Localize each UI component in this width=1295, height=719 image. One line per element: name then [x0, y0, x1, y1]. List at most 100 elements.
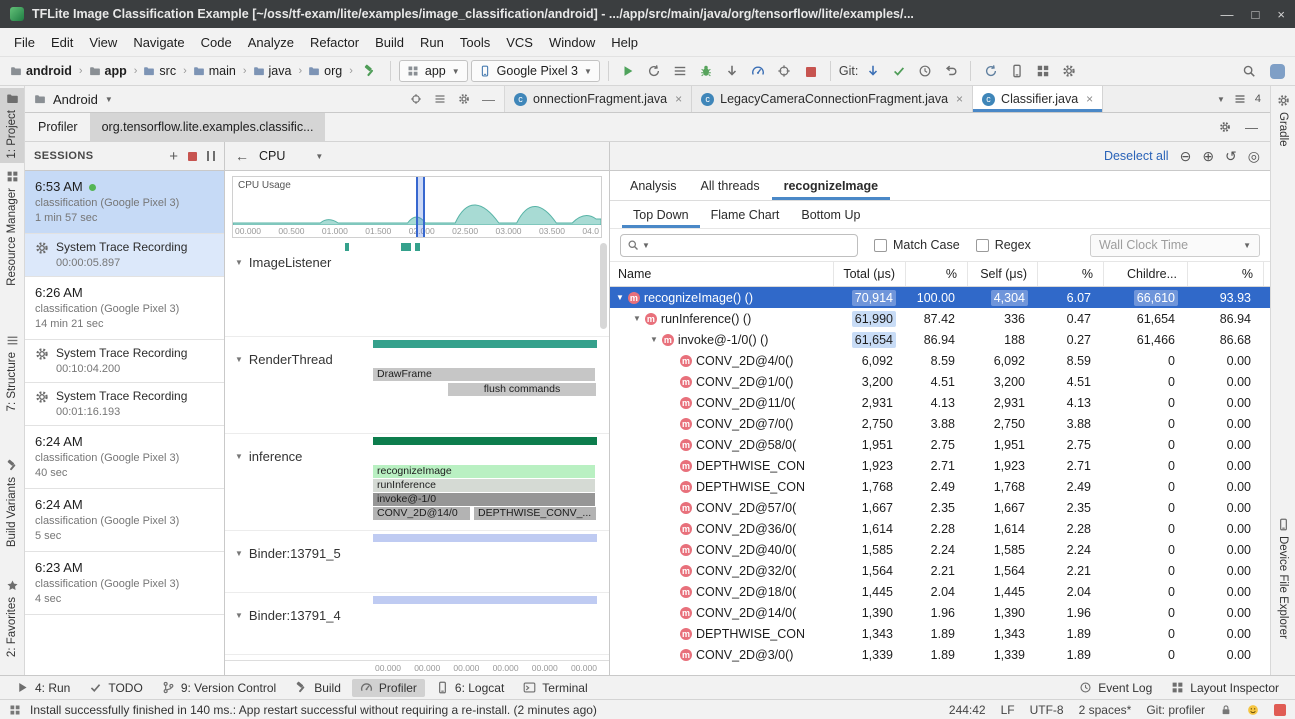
device-dropdown[interactable]: Google Pixel 3 ▼ [471, 60, 600, 82]
settings-gear-icon[interactable] [458, 93, 470, 105]
menu-item[interactable]: Help [603, 31, 646, 54]
search-input[interactable] [653, 238, 851, 252]
toolwindow-logcat[interactable]: 6: Logcat [428, 679, 512, 697]
column-header[interactable]: % [906, 262, 968, 286]
coverage-button[interactable] [773, 60, 796, 82]
deselect-all-link[interactable]: Deselect all [1104, 149, 1169, 163]
session-list-item[interactable]: System Trace Recording 00:00:05.897 [25, 234, 224, 277]
breadcrumb-item[interactable]: main › [193, 64, 250, 78]
analysis-tab[interactable]: Analysis [618, 171, 689, 200]
zoom-in-icon[interactable]: ⊕ [1202, 149, 1214, 163]
lock-icon[interactable] [1220, 704, 1232, 716]
thread-row-renderthread[interactable]: ▼RenderThread DrawFrame flush commands [225, 337, 609, 434]
notification-icon[interactable] [1274, 704, 1286, 716]
git-branch[interactable]: Git: profiler [1146, 703, 1205, 717]
collapse-arrow-icon[interactable]: ▼ [235, 611, 243, 620]
regex-checkbox[interactable]: Regex [976, 238, 1031, 252]
vertical-scrollbar[interactable] [600, 243, 607, 329]
analysis-tab[interactable]: recognizeImage [772, 171, 890, 200]
breadcrumb-item[interactable]: android › [10, 64, 86, 78]
session-list-item[interactable]: 6:24 AM classification (Google Pixel 3) … [25, 426, 224, 489]
table-row[interactable]: ▼ m CONV_2D@18/0( 1,445 2.04 1,445 2.04 … [610, 581, 1270, 602]
device-file-explorer-button[interactable] [1057, 60, 1080, 82]
git-rollback-button[interactable] [939, 60, 962, 82]
table-row[interactable]: ▼ m CONV_2D@4/0() 6,092 8.59 6,092 8.59 … [610, 350, 1270, 371]
table-row[interactable]: ▼ m CONV_2D@7/0() 2,750 3.88 2,750 3.88 … [610, 413, 1270, 434]
table-row[interactable]: ▼ m invoke@-1/0() () 61,654 86.94 188 0.… [610, 329, 1270, 350]
profile-avatar[interactable] [1270, 64, 1285, 79]
analysis-subtab[interactable]: Flame Chart [700, 201, 791, 228]
toolwindow-terminal[interactable]: Terminal [515, 679, 595, 697]
profiler-session-tab[interactable]: org.tensorflow.lite.examples.classific..… [90, 113, 326, 141]
breadcrumb-item[interactable]: app › [89, 64, 141, 78]
table-row[interactable]: ▼ m CONV_2D@58/0( 1,951 2.75 1,951 2.75 … [610, 434, 1270, 455]
editor-tab[interactable]: c onnectionFragment.java × [505, 86, 692, 112]
thread-row-inference[interactable]: ▼inference recognizeImage runInference i… [225, 434, 609, 531]
session-list-item[interactable]: 6:24 AM classification (Google Pixel 3) … [25, 489, 224, 552]
close-tab-icon[interactable]: × [675, 92, 682, 106]
sync-gradle-button[interactable] [979, 60, 1002, 82]
breadcrumb-item[interactable]: src › [143, 64, 189, 78]
menu-item[interactable]: View [81, 31, 125, 54]
profiler-title[interactable]: Profiler [38, 120, 78, 134]
trace-span[interactable]: runInference [373, 479, 595, 492]
run-config-dropdown[interactable]: app ▼ [399, 60, 468, 82]
cpu-usage-chart[interactable]: CPU Usage 00.000 00.500 01.000 01.5 [232, 176, 602, 238]
stage-selector-dropdown[interactable]: CPU ▼ [259, 149, 323, 163]
toolwindow-event-log[interactable]: Event Log [1071, 679, 1160, 697]
trace-span[interactable]: CONV_2D@14/0 [373, 507, 470, 520]
editor-tab[interactable]: c Classifier.java × [973, 86, 1103, 112]
menu-item[interactable]: Analyze [240, 31, 302, 54]
clock-type-dropdown[interactable]: Wall Clock Time ▼ [1090, 234, 1260, 257]
column-header[interactable]: % [1188, 262, 1264, 286]
strip-item-project[interactable]: 1: Project [0, 88, 24, 163]
menu-item[interactable]: File [6, 31, 43, 54]
strip-item-structure[interactable]: 7: Structure [0, 330, 24, 415]
add-session-button[interactable]: + [169, 149, 178, 164]
toolwindow-layout-inspector[interactable]: Layout Inspector [1163, 679, 1287, 697]
strip-item-resource-manager[interactable]: Resource Manager [0, 166, 24, 290]
debug-button[interactable] [695, 60, 718, 82]
toolwindow-build[interactable]: Build [287, 679, 349, 697]
git-update-button[interactable] [861, 60, 884, 82]
table-row[interactable]: ▼ m CONV_2D@57/0( 1,667 2.35 1,667 2.35 … [610, 497, 1270, 518]
menu-item[interactable]: Navigate [125, 31, 192, 54]
minimize-button[interactable]: — [1221, 7, 1234, 22]
close-button[interactable]: × [1277, 7, 1285, 22]
checkbox-box[interactable] [976, 239, 989, 252]
session-list-item[interactable]: 6:53 AM classification (Google Pixel 3) … [25, 171, 224, 234]
table-row[interactable]: ▼ m DEPTHWISE_CON 1,768 2.49 1,768 2.49 … [610, 476, 1270, 497]
trace-span[interactable]: invoke@-1/0 [373, 493, 595, 506]
expand-arrow-icon[interactable]: ▼ [650, 335, 658, 344]
thread-row-imagelistener[interactable]: ▼ImageListener [225, 240, 609, 337]
indent-style[interactable]: 2 spaces* [1079, 703, 1132, 717]
attach-debugger-button[interactable] [721, 60, 744, 82]
session-list-item[interactable]: System Trace Recording 00:01:16.193 [25, 383, 224, 426]
pause-live-button[interactable] [207, 151, 215, 161]
project-view-selector[interactable]: Android [53, 92, 98, 107]
line-separator[interactable]: LF [1001, 703, 1015, 717]
menu-item[interactable]: Code [193, 31, 240, 54]
editor-tab[interactable]: c LegacyCameraConnectionFragment.java × [692, 86, 973, 112]
menu-item[interactable]: VCS [498, 31, 541, 54]
expand-arrow-icon[interactable]: ▼ [633, 314, 641, 323]
caret-position[interactable]: 244:42 [949, 703, 986, 717]
trace-span[interactable]: DEPTHWISE_CONV_... [474, 507, 596, 520]
toolwindow-profiler[interactable]: Profiler [352, 679, 425, 697]
range-selection-handle[interactable] [416, 177, 425, 237]
menu-item[interactable]: Run [412, 31, 452, 54]
column-header[interactable]: Total (μs) [834, 262, 906, 286]
search-everywhere-button[interactable] [1237, 60, 1260, 82]
git-commit-button[interactable] [887, 60, 910, 82]
table-row[interactable]: ▼ m DEPTHWISE_CON 1,923 2.71 1,923 2.71 … [610, 455, 1270, 476]
table-row[interactable]: ▼ m runInference() () 61,990 87.42 336 0… [610, 308, 1270, 329]
build-hammer-button[interactable] [359, 60, 382, 82]
menu-item[interactable]: Refactor [302, 31, 367, 54]
hide-panel-icon[interactable]: — [482, 92, 495, 107]
hide-panel-icon[interactable]: — [1245, 120, 1258, 135]
trace-span[interactable]: DrawFrame [373, 368, 595, 381]
session-list-item[interactable]: 6:23 AM classification (Google Pixel 3) … [25, 552, 224, 615]
session-list-item[interactable]: System Trace Recording 00:10:04.200 [25, 340, 224, 383]
strip-item-gradle[interactable]: Gradle [1271, 90, 1295, 151]
maximize-button[interactable]: □ [1252, 7, 1260, 22]
